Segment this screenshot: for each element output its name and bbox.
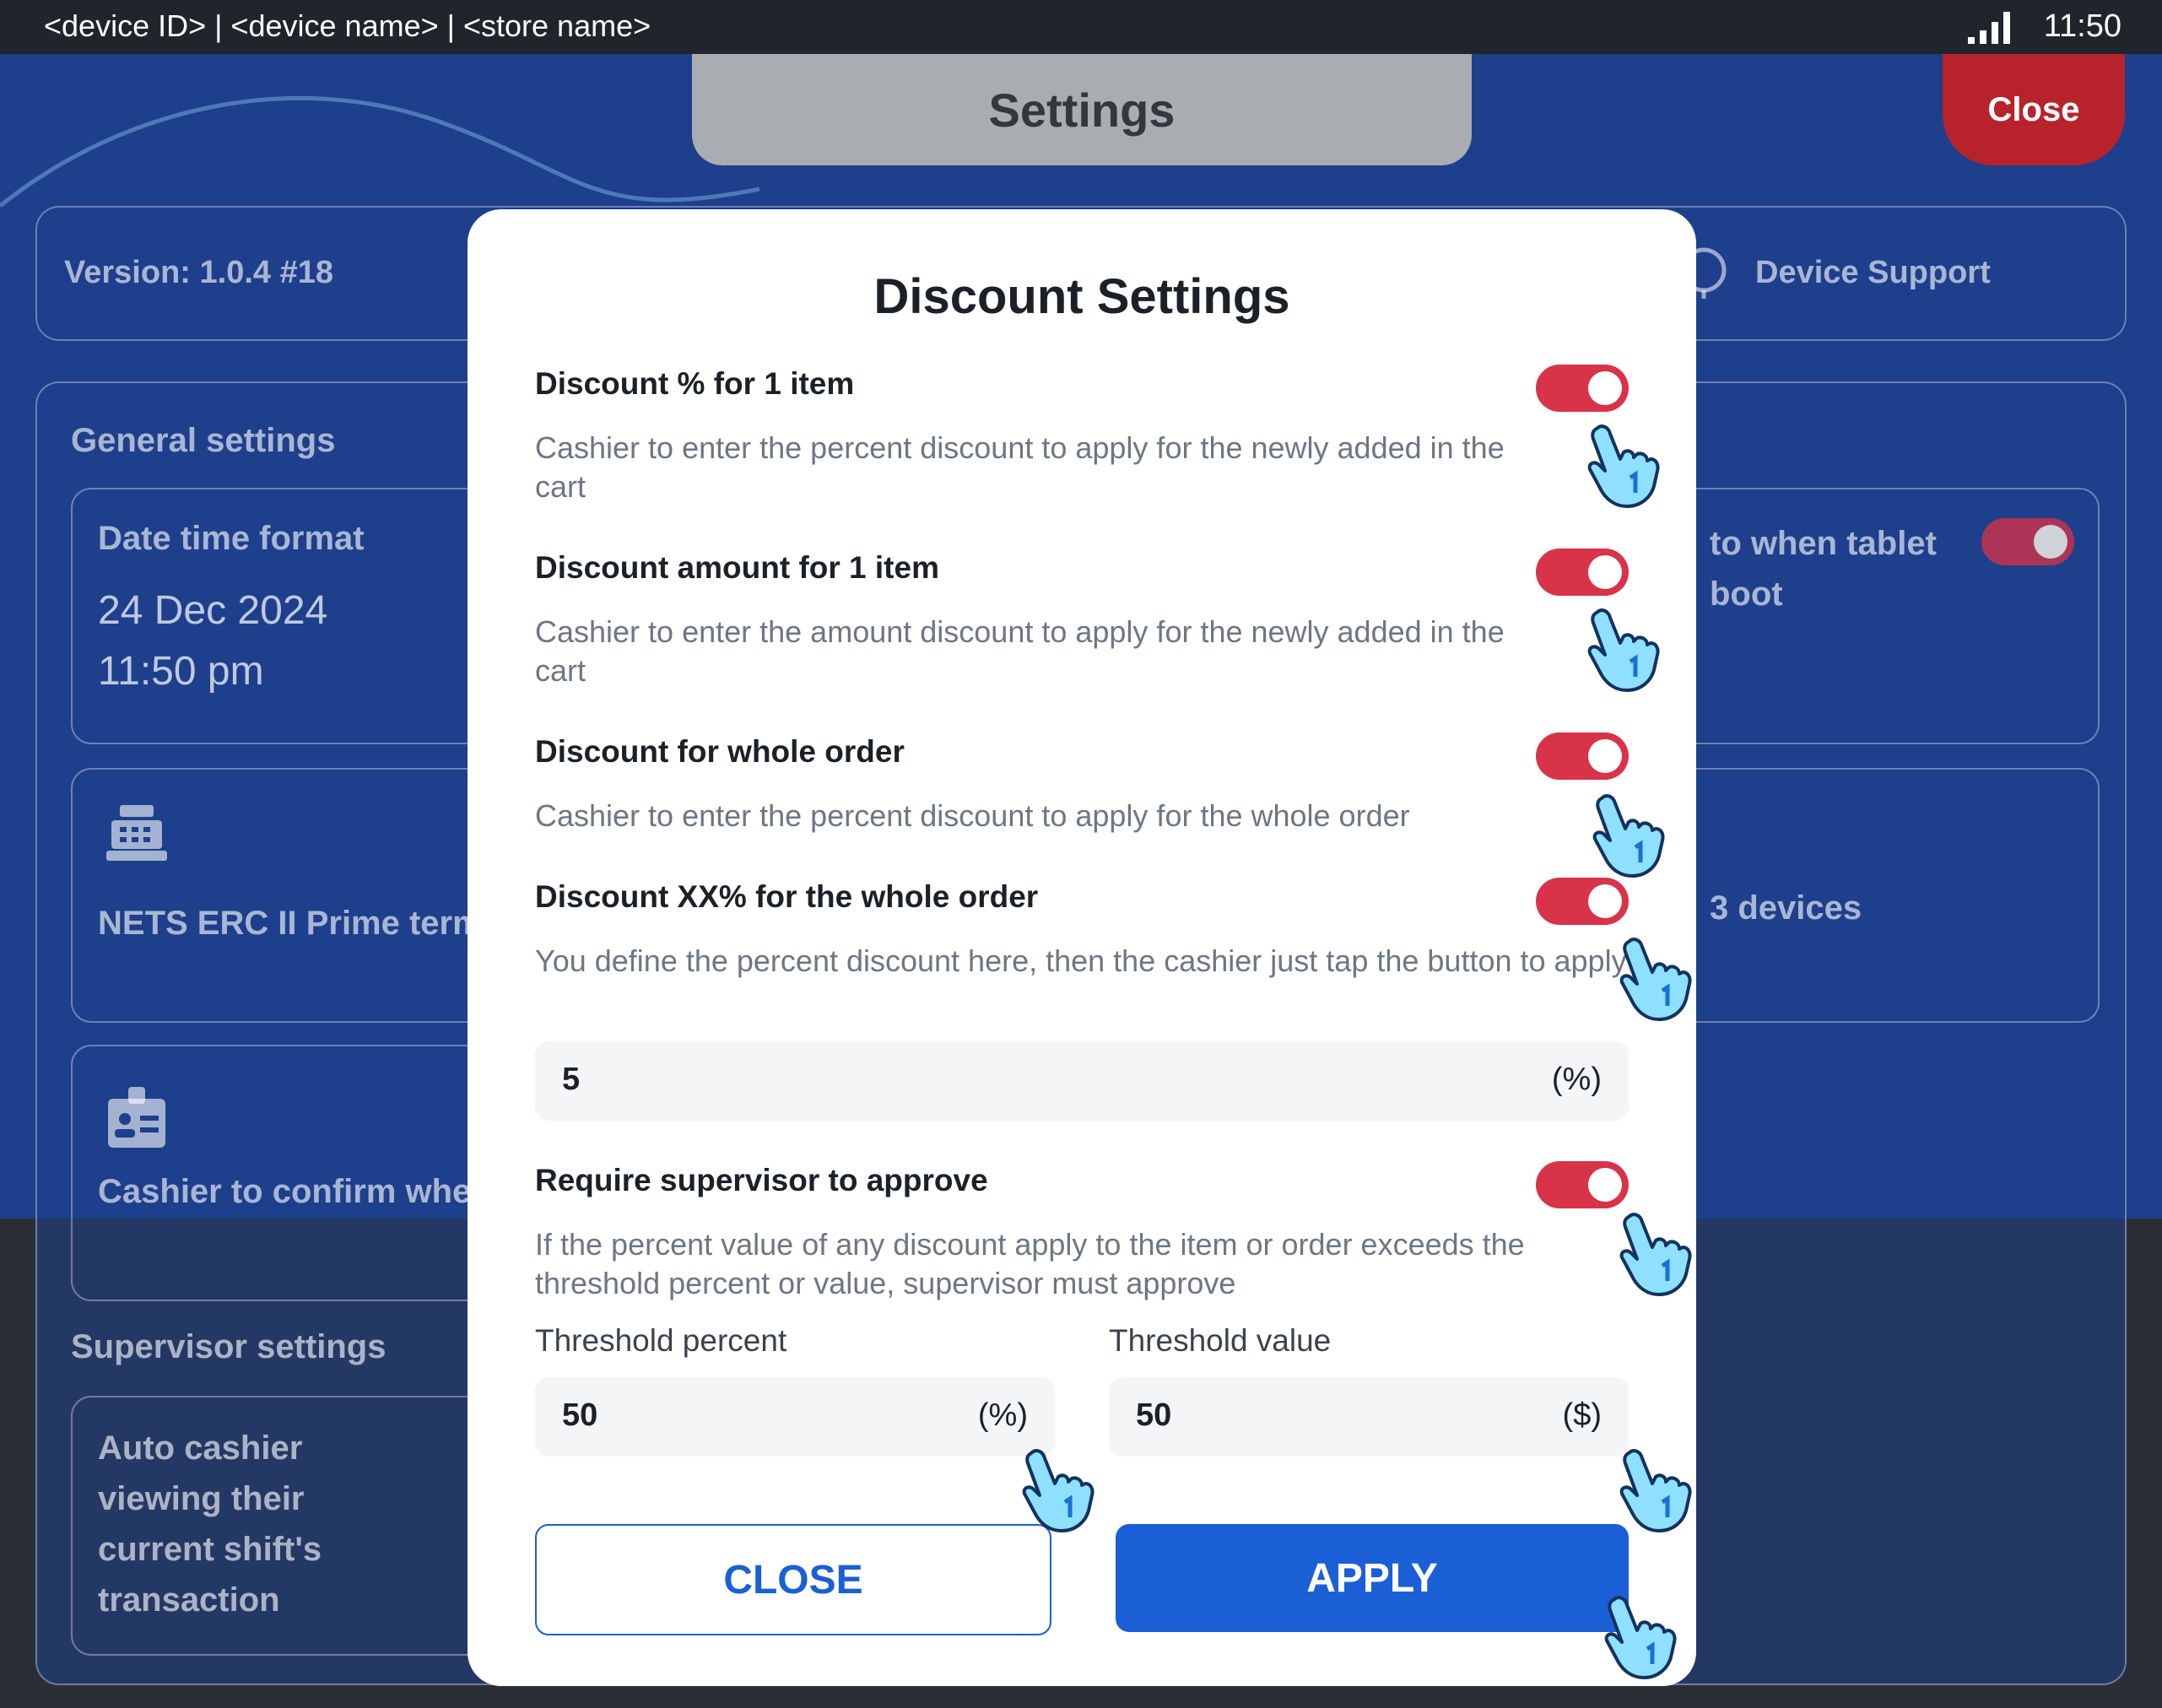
time-value: 11:50 pm <box>98 649 264 694</box>
option-title-discount-whole-order: Discount for whole order <box>535 734 905 769</box>
toggle-knob <box>1588 371 1622 405</box>
tap-hand-icon <box>1583 788 1676 881</box>
option-title-discount-amount-item: Discount amount for 1 item <box>535 550 939 585</box>
signal-bars-icon <box>1968 12 2010 44</box>
toggle-discount-percent-item[interactable] <box>1536 365 1629 412</box>
device-support-link[interactable]: Device Support <box>1755 255 1991 291</box>
dialog-title: Discount Settings <box>873 269 1290 324</box>
option-desc-discount-xx-percent: You define the percent discount here, th… <box>535 943 1627 978</box>
option-title-discount-percent-item: Discount % for 1 item <box>535 366 855 401</box>
general-settings-title: General settings <box>71 422 336 459</box>
option-desc-discount-amount-item: Cashier to enter the amount discount to … <box>535 614 1505 688</box>
toggle-knob <box>1588 555 1622 589</box>
toggle-require-supervisor[interactable] <box>1536 1161 1629 1208</box>
option-desc-discount-percent-item: Cashier to enter the percent discount to… <box>535 430 1505 504</box>
toggle-discount-amount-item[interactable] <box>1536 549 1629 596</box>
tap-hand-icon <box>1610 1443 1703 1536</box>
option-desc-discount-whole-order: Cashier to enter the percent discount to… <box>535 798 1410 833</box>
page-title: Settings <box>692 54 1472 165</box>
auto-cashier-label: Auto cashier viewing their current shift… <box>98 1430 322 1619</box>
threshold-value-value: 50 <box>1136 1397 1172 1433</box>
tap-hand-icon <box>1610 1207 1703 1300</box>
threshold-percent-label: Threshold percent <box>535 1323 787 1358</box>
threshold-value-input[interactable]: 50 ($) <box>1109 1377 1629 1457</box>
tap-hand-icon <box>1595 1590 1688 1683</box>
tap-hand-icon <box>1013 1443 1105 1536</box>
percent-unit: (%) <box>1551 1062 1602 1097</box>
threshold-percent-input[interactable]: 50 (%) <box>535 1377 1055 1457</box>
apply-button[interactable]: APPLY <box>1116 1524 1629 1632</box>
supervisor-settings-title: Supervisor settings <box>71 1328 386 1365</box>
option-desc-require-supervisor: If the percent value of any discount app… <box>535 1227 1525 1300</box>
threshold-value-unit: ($) <box>1562 1397 1602 1433</box>
toggle-knob <box>1588 1168 1622 1202</box>
toggle-knob <box>1588 739 1622 773</box>
tap-hand-icon <box>1578 419 1671 511</box>
tap-hand-icon <box>1610 932 1703 1024</box>
option-title-discount-xx-percent: Discount XX% for the whole order <box>535 879 1039 914</box>
discount-percent-input[interactable]: 5 (%) <box>535 1041 1629 1121</box>
close-settings-button[interactable]: Close <box>1943 54 2125 165</box>
status-time: 11:50 <box>2043 8 2121 44</box>
threshold-percent-value: 50 <box>562 1397 598 1433</box>
date-value: 24 Dec 2024 <box>98 588 328 633</box>
option-title-require-supervisor: Require supervisor to approve <box>535 1163 988 1197</box>
threshold-value-label: Threshold value <box>1109 1323 1332 1358</box>
version-label: Version: 1.0.4 #18 <box>64 255 333 290</box>
id-badge-icon <box>108 1087 165 1148</box>
devices-card[interactable]: 3 devices <box>1640 768 2100 1023</box>
cash-register-icon <box>106 805 167 861</box>
discount-percent-value: 5 <box>562 1062 581 1097</box>
boot-setting-label: to when tablet boot <box>1710 525 1937 613</box>
devices-label: 3 devices <box>1710 889 1862 927</box>
boot-setting-card[interactable]: to when tablet boot <box>1640 488 2100 744</box>
threshold-percent-unit: (%) <box>977 1397 1028 1433</box>
toggle-discount-xx-percent[interactable] <box>1536 878 1629 925</box>
toggle-discount-whole-order[interactable] <box>1536 732 1629 780</box>
boot-setting-toggle[interactable] <box>1981 518 2074 565</box>
date-time-format-title: Date time format <box>98 520 365 557</box>
device-info: <device ID> | <device name> | <store nam… <box>44 8 651 43</box>
close-button[interactable]: CLOSE <box>535 1524 1051 1635</box>
status-bar: <device ID> | <device name> | <store nam… <box>0 0 2162 54</box>
toggle-knob <box>1588 884 1622 918</box>
tap-hand-icon <box>1578 603 1671 695</box>
